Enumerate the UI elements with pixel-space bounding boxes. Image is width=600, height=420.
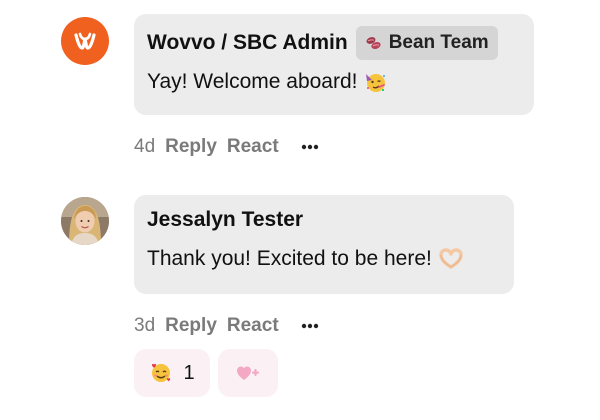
reply-button[interactable]: Reply bbox=[165, 136, 217, 158]
comment-bubble: Jessalyn Tester Thank you! Excited to be… bbox=[134, 195, 514, 294]
avatar[interactable] bbox=[61, 17, 109, 65]
message-text: Yay! Welcome aboard! bbox=[147, 70, 358, 93]
comment-message: Yay! Welcome aboard! bbox=[147, 70, 521, 94]
wovvo-logo-icon bbox=[74, 32, 96, 50]
comment-header: Wovvo / SBC Admin Bean Team bbox=[147, 26, 521, 60]
react-button[interactable]: React bbox=[227, 136, 279, 158]
partying-face-icon bbox=[364, 70, 388, 94]
more-options-icon[interactable] bbox=[301, 323, 319, 329]
profile-photo-icon bbox=[61, 197, 109, 245]
timestamp[interactable]: 3d bbox=[134, 315, 155, 337]
bean-icon bbox=[365, 34, 383, 52]
heart-hands-icon bbox=[438, 248, 464, 270]
comment-bubble: Wovvo / SBC Admin Bean Team Yay! Welcome… bbox=[134, 14, 534, 115]
role-badge[interactable]: Bean Team bbox=[355, 26, 498, 60]
badge-label: Bean Team bbox=[388, 32, 489, 53]
reaction-bar: 1 bbox=[134, 349, 278, 397]
comment-actions: 4d Reply React bbox=[134, 135, 319, 159]
comment-actions: 3d Reply React bbox=[134, 314, 319, 338]
comment-message: Thank you! Excited to be here! bbox=[147, 247, 501, 271]
message-text: Thank you! Excited to be here! bbox=[147, 247, 432, 270]
author-name[interactable]: Jessalyn Tester bbox=[147, 208, 303, 232]
reply-button[interactable]: Reply bbox=[165, 315, 217, 337]
reaction-pill[interactable]: 1 bbox=[134, 349, 210, 397]
add-heart-icon bbox=[235, 363, 261, 383]
react-button[interactable]: React bbox=[227, 315, 279, 337]
add-reaction-button[interactable] bbox=[218, 349, 278, 397]
author-name[interactable]: Wovvo / SBC Admin bbox=[147, 31, 348, 55]
smiling-face-with-hearts-icon bbox=[149, 361, 173, 385]
reaction-count: 1 bbox=[183, 361, 195, 384]
comment-header: Jessalyn Tester bbox=[147, 207, 501, 233]
avatar[interactable] bbox=[61, 197, 109, 245]
more-options-icon[interactable] bbox=[301, 144, 319, 150]
timestamp[interactable]: 4d bbox=[134, 136, 155, 158]
